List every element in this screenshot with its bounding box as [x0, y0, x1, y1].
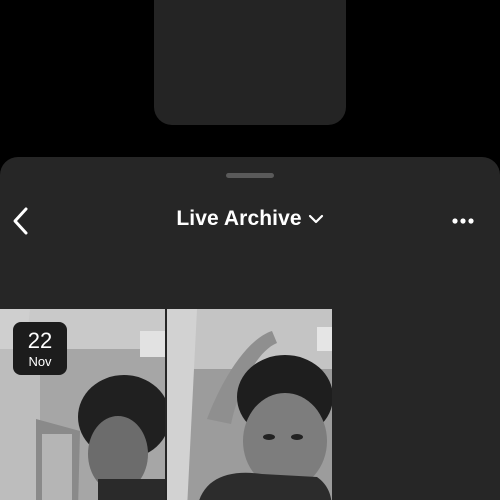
more-horizontal-icon: [452, 218, 474, 224]
date-day: 22: [27, 328, 53, 353]
date-month: Nov: [28, 354, 52, 369]
chevron-down-icon: [308, 214, 323, 224]
more-options-button[interactable]: [448, 209, 478, 233]
sheet-drag-handle[interactable]: [226, 173, 274, 178]
archive-grid: 22 Nov: [0, 309, 500, 500]
chevron-left-icon: [13, 207, 28, 235]
archive-item[interactable]: 22 Nov: [0, 309, 165, 500]
background-card: [154, 0, 346, 125]
live-archive-sheet: Live Archive 22 Nov: [0, 157, 500, 500]
archive-type-dropdown[interactable]: Live Archive: [160, 207, 340, 231]
archive-item[interactable]: [167, 309, 332, 500]
page-title: Live Archive: [176, 207, 302, 230]
date-badge: 22 Nov: [13, 322, 67, 375]
back-button[interactable]: [8, 203, 34, 239]
live-thumbnail-image: [167, 309, 332, 500]
sheet-header: Live Archive: [0, 197, 500, 245]
